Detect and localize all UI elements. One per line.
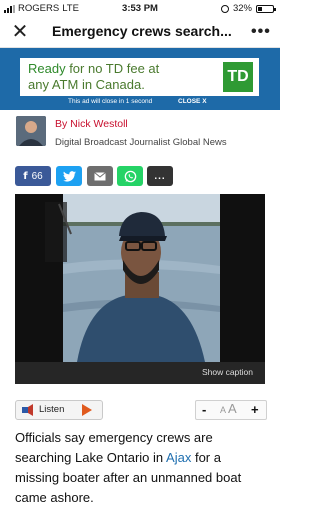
twitter-share-button[interactable] [56,166,82,186]
status-right: 32% [220,3,276,14]
page-title: Emergency crews search... [52,23,232,39]
font-large-icon: A [228,401,237,416]
battery-percent: 32% [232,3,252,14]
facebook-icon: f [23,170,28,182]
ad-close-button[interactable]: CLOSE X [178,98,207,105]
font-increase-button[interactable]: + [251,402,259,417]
author-photo [16,116,46,146]
article-lead: Officials say emergency crews are search… [15,428,267,508]
ajax-link[interactable]: Ajax [166,450,191,465]
twitter-icon [62,170,76,182]
play-icon [82,404,92,416]
status-bar: ROGERS LTE 3:53 PM 32% [0,0,280,16]
facebook-share-button[interactable]: f 66 [15,166,51,186]
listen-label: Listen [39,404,65,415]
td-logo: TD [223,62,253,92]
article-image[interactable] [15,194,265,384]
font-decrease-button[interactable]: - [202,402,206,417]
ad-text-line1: for no TD fee at [65,61,160,76]
avatar [16,116,46,146]
ad-closing-note: This ad will close in 1 second [68,98,153,105]
facebook-share-count: 66 [31,170,43,182]
rotation-lock-icon [220,4,229,13]
font-small-icon: A [220,405,227,415]
show-caption-button[interactable]: Show caption [202,367,253,377]
caption-bar: Show caption [15,362,265,384]
email-icon [94,171,106,180]
author-byline[interactable]: By Nick Westoll [55,118,128,130]
email-share-button[interactable] [87,166,113,186]
whatsapp-share-button[interactable] [117,166,143,186]
whatsapp-icon [124,170,136,182]
more-share-button[interactable]: ... [147,166,173,186]
ad-text-highlight: Ready [28,61,66,76]
speaker-icon [22,404,33,416]
ad-text-line2: any ATM in Canada. [28,77,145,92]
ad-notice: This ad will close in 1 second CLOSE X [0,96,280,108]
article-photo [15,194,265,384]
ad-creative[interactable]: Ready for no TD fee at any ATM in Canada… [20,58,259,96]
author-role: Digital Broadcast Journalist Global News [55,137,227,148]
battery-icon [256,4,276,13]
ad-text: Ready for no TD fee at any ATM in Canada… [28,61,208,93]
listen-button[interactable]: Listen [15,400,103,420]
close-icon[interactable]: ✕ [10,21,30,43]
font-size-controls: - A A + [195,400,267,420]
nav-bar: ✕ Emergency crews search... ••• [0,17,280,48]
more-dots-icon[interactable]: ••• [251,23,271,41]
